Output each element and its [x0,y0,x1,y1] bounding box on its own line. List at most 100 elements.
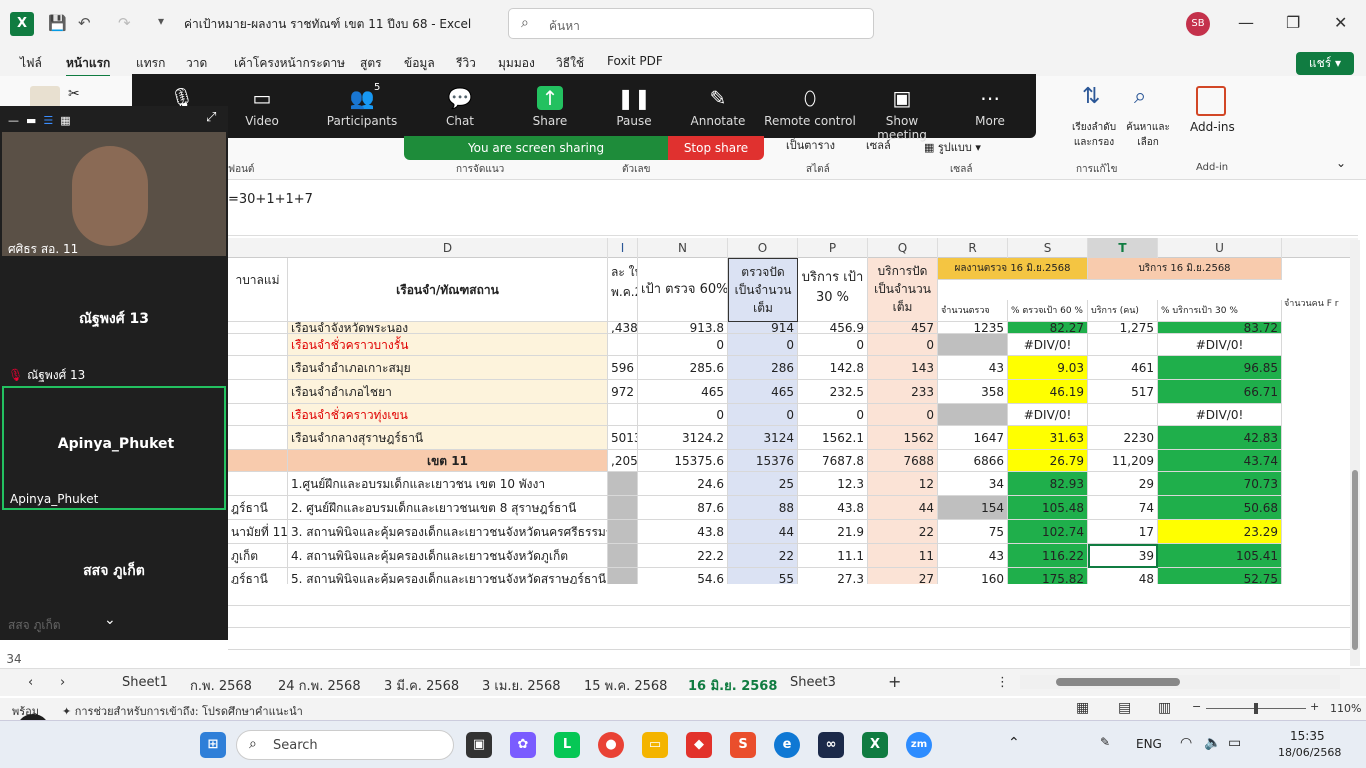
cell-u[interactable]: 42.83 [1158,426,1282,450]
sheet-tab[interactable]: 15 พ.ค. 2568 [584,675,667,696]
cell-q[interactable]: 0 [868,334,938,356]
add-sheet-icon[interactable]: + [888,672,901,691]
task-view-icon[interactable]: ▣ [466,732,492,758]
cell-c[interactable]: นามัยที่ 11 [228,520,288,544]
row-number[interactable]: 34 [0,652,28,666]
cell-n[interactable]: 913.8 [638,322,728,334]
zoom-slider-thumb[interactable] [1254,703,1258,714]
customize-qat-icon[interactable]: ▾ [158,14,164,28]
cell-r[interactable]: 43 [938,356,1008,380]
cell-c[interactable] [228,472,288,496]
tab-page-layout[interactable]: เค้าโครงหน้ากระดาษ [234,54,345,73]
cell-i[interactable] [608,520,638,544]
cell-o[interactable]: 914 [728,322,798,334]
cell-o[interactable]: 15376 [728,450,798,472]
cell-q[interactable]: 44 [868,496,938,520]
cell-q[interactable]: 233 [868,380,938,404]
cell-s[interactable]: 116.22 [1008,544,1088,568]
cell-s[interactable]: 9.03 [1008,356,1088,380]
cell-i[interactable]: 972 [608,380,638,404]
cell-t[interactable]: 17 [1088,520,1158,544]
cell-t[interactable]: 29 [1088,472,1158,496]
undo-icon[interactable]: ↶ [78,14,91,32]
tab-help[interactable]: วิธีใช้ [556,54,584,73]
cell-p[interactable]: 1562.1 [798,426,868,450]
cell-u[interactable]: 43.74 [1158,450,1282,472]
next-sheet-icon[interactable]: › [60,675,65,690]
more-button[interactable]: ⋯ More [950,74,1030,138]
cell-q[interactable]: 457 [868,322,938,334]
cell-n[interactable]: 0 [638,404,728,426]
cell-t[interactable]: 517 [1088,380,1158,404]
cell-c[interactable] [228,450,288,472]
cell-d[interactable]: 1.ศูนย์ฝึกและอบรมเด็กและเยาวชน เขต 10 พั… [288,472,608,496]
cell-u[interactable]: #DIV/0! [1158,334,1282,356]
sheet-tab[interactable]: Sheet3 [790,675,836,690]
share-button[interactable]: แชร์ ▾ [1296,52,1354,75]
chat-button[interactable]: 💬 Chat [420,74,500,138]
cell-o[interactable]: 0 [728,404,798,426]
cell-p[interactable]: 456.9 [798,322,868,334]
cell-o[interactable]: 88 [728,496,798,520]
cell-c[interactable] [228,404,288,426]
cell-c[interactable] [228,380,288,404]
redo-icon[interactable]: ↷ [118,14,131,32]
cell-o[interactable]: 22 [728,544,798,568]
tab-draw[interactable]: วาด [186,54,207,73]
taskbar-search[interactable]: ⌕ Search [236,730,454,760]
tab-view[interactable]: มุมมอง [498,54,535,73]
cell-u[interactable]: #DIV/0! [1158,404,1282,426]
cell-r[interactable]: 6866 [938,450,1008,472]
cell-t[interactable]: 11,209 [1088,450,1158,472]
cell-d[interactable]: เรือนจำชั่วคราวบางรั้น [288,334,608,356]
cell-c[interactable] [228,426,288,450]
cell-o[interactable]: 0 [728,334,798,356]
header-o[interactable]: ตรวจปัด เป็นจำนวน เต็ม [728,258,798,322]
cell-d[interactable]: เขต 11 [288,450,608,472]
cell-i[interactable]: ,205 [608,450,638,472]
sheet-tab[interactable]: Sheet1 [122,675,168,690]
cell-o[interactable]: 44 [728,520,798,544]
header-d[interactable]: เรือนจำ/ทัณฑสถาน [288,258,608,322]
restore-icon[interactable]: ❐ [1286,13,1300,32]
sheet-tab[interactable]: 24 ก.พ. 2568 [278,675,361,696]
cell-u[interactable]: 23.29 [1158,520,1282,544]
minimize-icon[interactable]: — [1238,13,1254,32]
cell-c[interactable]: ฎร์ธานี [228,496,288,520]
cell-u[interactable]: 105.41 [1158,544,1282,568]
cell-u[interactable]: 70.73 [1158,472,1282,496]
horizontal-scrollbar[interactable] [1020,675,1340,689]
header-q[interactable]: บริการปัด เป็นจำนวน เต็ม [868,258,938,322]
cell-r[interactable]: 1647 [938,426,1008,450]
find-select-label[interactable]: ค้นหาและ เลือก [1124,120,1172,150]
col-header-s[interactable]: S [1008,238,1088,258]
col-header-o[interactable]: O [728,238,798,258]
cell-t[interactable]: 1,275 [1088,322,1158,334]
cell-d[interactable]: เรือนจำชั่วคราวทุ่งเขน [288,404,608,426]
cell-u[interactable]: 83.72 [1158,322,1282,334]
cell-r[interactable]: 154 [938,496,1008,520]
page-layout-icon[interactable]: ▤ [1118,700,1131,716]
cell-i[interactable]: 596 [608,356,638,380]
tray-overflow-icon[interactable]: ⌃ [1008,735,1020,751]
cell-s[interactable]: 102.74 [1008,520,1088,544]
close-icon[interactable]: ✕ [1334,13,1347,32]
cell-d[interactable]: 3. สถานพินิจและคุ้มครองเด็กและเยาวชนจังห… [288,520,608,544]
header-s[interactable]: % ตรวจเป้า 60 % [1008,300,1088,322]
search-box[interactable]: ⌕ ค้นหา [508,8,874,39]
cell-d[interactable]: เรือนจำกลางสุราษฎร์ธานี [288,426,608,450]
pen-tray-icon[interactable]: ✎ [1100,735,1110,749]
cell-t[interactable]: 74 [1088,496,1158,520]
header-p[interactable]: บริการ เป้า 30 % [798,258,868,322]
page-break-icon[interactable]: ▥ [1158,700,1171,716]
wifi-icon[interactable]: ◠ [1180,735,1192,751]
cell-p[interactable]: 11.1 [798,544,868,568]
cell-d[interactable]: เรือนจำอำเภอเกาะสมุย [288,356,608,380]
scroll-down-chevron-icon[interactable]: ⌄ [104,612,116,628]
cell-u[interactable]: 96.85 [1158,356,1282,380]
cell-d[interactable]: 4. สถานพินิจและคุ้มครองเด็กและเยาวชนจังห… [288,544,608,568]
cell-o[interactable]: 465 [728,380,798,404]
line-app-icon[interactable]: L [554,732,580,758]
header-r[interactable]: จำนวนตรวจ [938,300,1008,322]
cell-s[interactable]: 82.93 [1008,472,1088,496]
